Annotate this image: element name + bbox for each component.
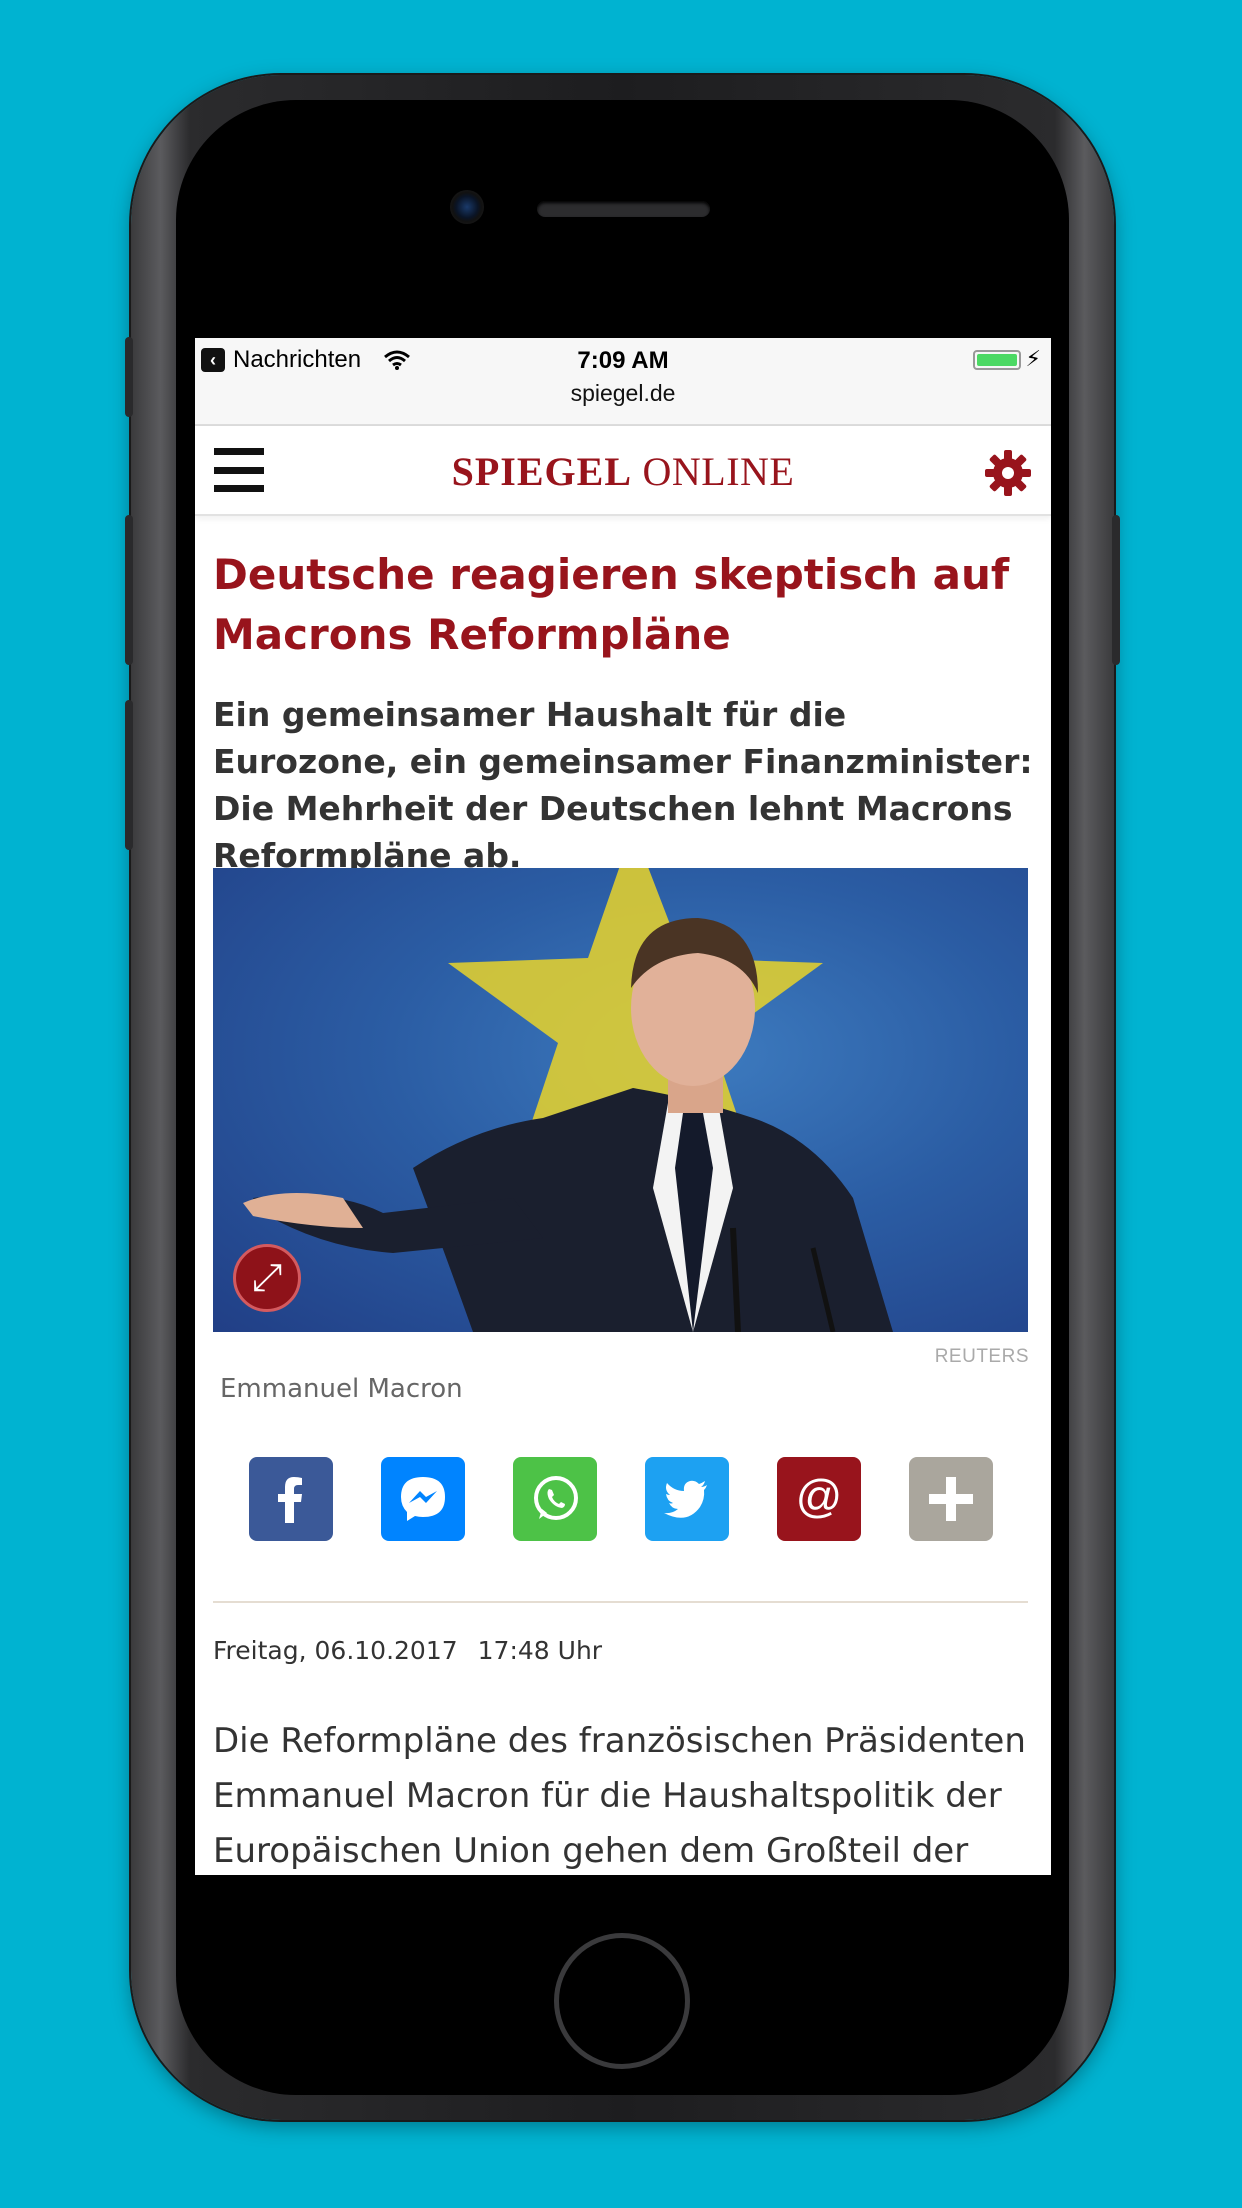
facebook-icon <box>278 1477 302 1523</box>
volume-down-button <box>125 700 133 850</box>
email-icon: @ <box>796 1470 843 1522</box>
site-header: SPIEGEL ONLINE <box>195 426 1051 516</box>
divider <box>213 1601 1028 1603</box>
article-body: Die Reformpläne des französischen Präsid… <box>213 1721 1026 1871</box>
site-logo[interactable]: SPIEGEL ONLINE <box>195 448 1051 495</box>
earpiece-speaker <box>537 201 710 217</box>
article-time: 17:48 Uhr <box>477 1636 603 1665</box>
svg-text:@: @ <box>796 1470 843 1522</box>
image-credit: REUTERS <box>934 1346 1029 1367</box>
mute-switch <box>125 337 133 417</box>
share-email-button[interactable]: @ <box>777 1457 861 1541</box>
whatsapp-icon <box>534 1476 578 1520</box>
article-photo[interactable]: ⤢ <box>213 868 1028 1332</box>
battery-icon <box>973 350 1021 370</box>
plus-icon <box>929 1477 973 1521</box>
article-intro: Ein gemeinsamer Haushalt für die Eurozon… <box>213 695 1033 875</box>
photo-illustration <box>243 868 893 1332</box>
share-facebook-button[interactable] <box>249 1457 333 1541</box>
twitter-icon <box>664 1480 707 1518</box>
url-bar[interactable]: spiegel.de <box>195 380 1051 407</box>
messenger-icon <box>401 1477 445 1521</box>
gear-icon[interactable] <box>983 448 1033 498</box>
article-headline: Deutsche reagieren skeptisch auf Macrons… <box>213 550 1010 659</box>
clock: 7:09 AM <box>577 347 669 374</box>
share-twitter-button[interactable] <box>645 1457 729 1541</box>
share-bar: @ <box>249 1457 993 1541</box>
status-bar: ‹ Nachrichten 7:09 AM spiegel.de ⚡︎ <box>195 338 1051 426</box>
charging-icon: ⚡︎ <box>1025 346 1041 371</box>
share-more-button[interactable] <box>909 1457 993 1541</box>
web-page: SPIEGEL ONLINE Deutsche reagieren skepti… <box>195 426 1051 1875</box>
share-messenger-button[interactable] <box>381 1457 465 1541</box>
volume-up-button <box>125 515 133 665</box>
image-caption: Emmanuel Macron <box>220 1374 463 1404</box>
phone-screen: ‹ Nachrichten 7:09 AM spiegel.de ⚡︎ SPIE… <box>195 338 1051 1875</box>
article-dateline: Freitag, 06.10.2017 17:48 Uhr <box>213 1636 602 1665</box>
home-button[interactable] <box>554 1933 690 2069</box>
expand-image-icon[interactable]: ⤢ <box>233 1244 301 1312</box>
share-whatsapp-button[interactable] <box>513 1457 597 1541</box>
front-camera <box>450 190 484 224</box>
article-date: Freitag, 06.10.2017 <box>213 1636 458 1665</box>
power-button <box>1112 515 1120 665</box>
